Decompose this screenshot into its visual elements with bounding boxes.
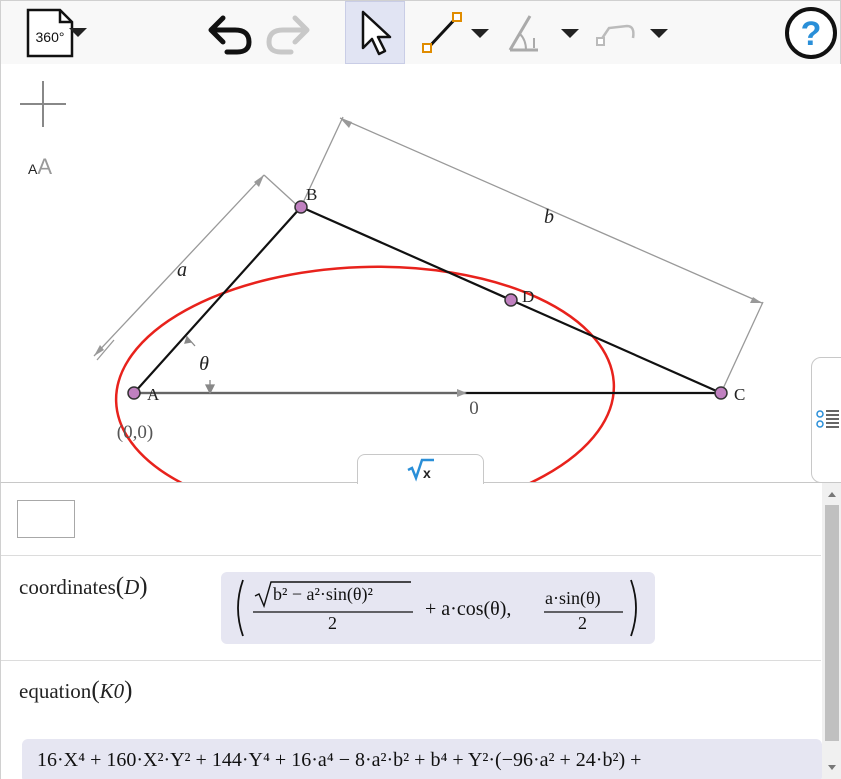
chevron-down-icon[interactable] [561, 29, 579, 38]
algebra-menu-tab[interactable] [811, 357, 841, 483]
equation-result: 16·X⁴ + 160·X²·Y² + 144·Y⁴ + 16·a⁴ − 8·a… [37, 749, 642, 771]
middle-term: + a·cos(θ), [425, 598, 512, 620]
point-b-label: B [306, 185, 317, 204]
denominator-2: 2 [578, 613, 587, 633]
dimension-a [93, 174, 300, 361]
segment-tool-button[interactable] [411, 1, 471, 64]
toolbar: 360° ? [0, 0, 841, 65]
cursor-arrow-icon [361, 10, 392, 55]
point-b[interactable]: B [294, 185, 317, 214]
crosshair-icon[interactable] [20, 81, 66, 127]
triangle-abc[interactable] [133, 205, 722, 395]
numerator-2: a·sin(θ) [545, 588, 601, 608]
perspective-label: 360° [36, 29, 65, 45]
label-b: b [544, 206, 554, 228]
arrowheads [94, 118, 762, 356]
point-a-label: A [147, 385, 160, 404]
algebra-row-equation[interactable]: equation(K0) [19, 677, 132, 705]
angle-icon [508, 14, 538, 51]
label-theta: θ [199, 353, 209, 375]
redo-button[interactable] [263, 1, 315, 64]
output-equation[interactable]: 16·X⁴ + 160·X²·Y² + 144·Y⁴ + 16·a⁴ − 8·a… [22, 739, 822, 779]
label-origin: (0,0) [117, 422, 153, 443]
point-c-label: C [734, 385, 745, 404]
point-c[interactable]: C [714, 385, 745, 404]
document-icon: 360° [26, 8, 74, 57]
command-arg: K0 [99, 679, 125, 703]
row-divider [1, 555, 821, 556]
scroll-up-icon[interactable] [822, 487, 841, 501]
arrowheads [457, 389, 467, 397]
command-arg: D [124, 575, 140, 599]
list-icon [816, 410, 839, 428]
command-name: coordinates [19, 575, 116, 599]
dimension-b [300, 116, 764, 394]
row-divider [1, 660, 821, 661]
denominator-1: 2 [328, 613, 337, 633]
point-a[interactable]: A [127, 385, 160, 404]
svg-text:?: ? [801, 15, 822, 53]
algebra-scrollbar[interactable] [822, 483, 841, 779]
algebra-input[interactable] [17, 500, 75, 538]
geometry-canvas[interactable]: a b θ 0 (0,0) A B C D [1, 64, 841, 482]
label-zero: 0 [469, 398, 479, 419]
move-tool-button[interactable] [345, 1, 405, 64]
help-icon: ? [785, 6, 837, 59]
svg-text:x: x [423, 465, 431, 481]
algebra-view: coordinates(D) b² − a²·sin(θ)² 2 + a·cos… [0, 482, 841, 779]
graphics-view[interactable]: a b θ 0 (0,0) A B C D AA [0, 64, 841, 482]
polyline-tool-button[interactable] [589, 1, 641, 64]
curve-k0[interactable] [112, 258, 618, 482]
label-a: a [177, 259, 187, 281]
point-d-label: D [522, 287, 534, 306]
polyline-icon [596, 24, 635, 46]
command-name: equation [19, 679, 92, 703]
chevron-down-icon[interactable] [69, 28, 87, 37]
algebra-row-coordinates[interactable]: coordinates(D) [19, 573, 148, 601]
undo-icon [208, 15, 252, 54]
keyboard-toggle-tab[interactable]: x [357, 454, 484, 484]
output-coordinates[interactable]: b² − a²·sin(θ)² 2 + a·cos(θ), a·sin(θ) 2 [221, 572, 655, 644]
redo-icon [266, 15, 310, 54]
chevron-down-icon[interactable] [650, 29, 668, 38]
chevron-down-icon[interactable] [471, 29, 489, 38]
segment-icon [422, 11, 462, 53]
sqrt-x-icon: x [407, 458, 434, 482]
scroll-down-icon[interactable] [822, 761, 841, 775]
scrollbar-thumb[interactable] [825, 505, 839, 741]
angle-tool-button[interactable] [499, 1, 551, 64]
sqrt-inner: b² − a²·sin(θ)² [273, 584, 373, 604]
undo-button[interactable] [203, 1, 255, 64]
font-size-icon[interactable]: AA [28, 154, 52, 180]
help-button[interactable]: ? [781, 1, 841, 64]
perspectives-button[interactable]: 360° [3, 1, 93, 64]
